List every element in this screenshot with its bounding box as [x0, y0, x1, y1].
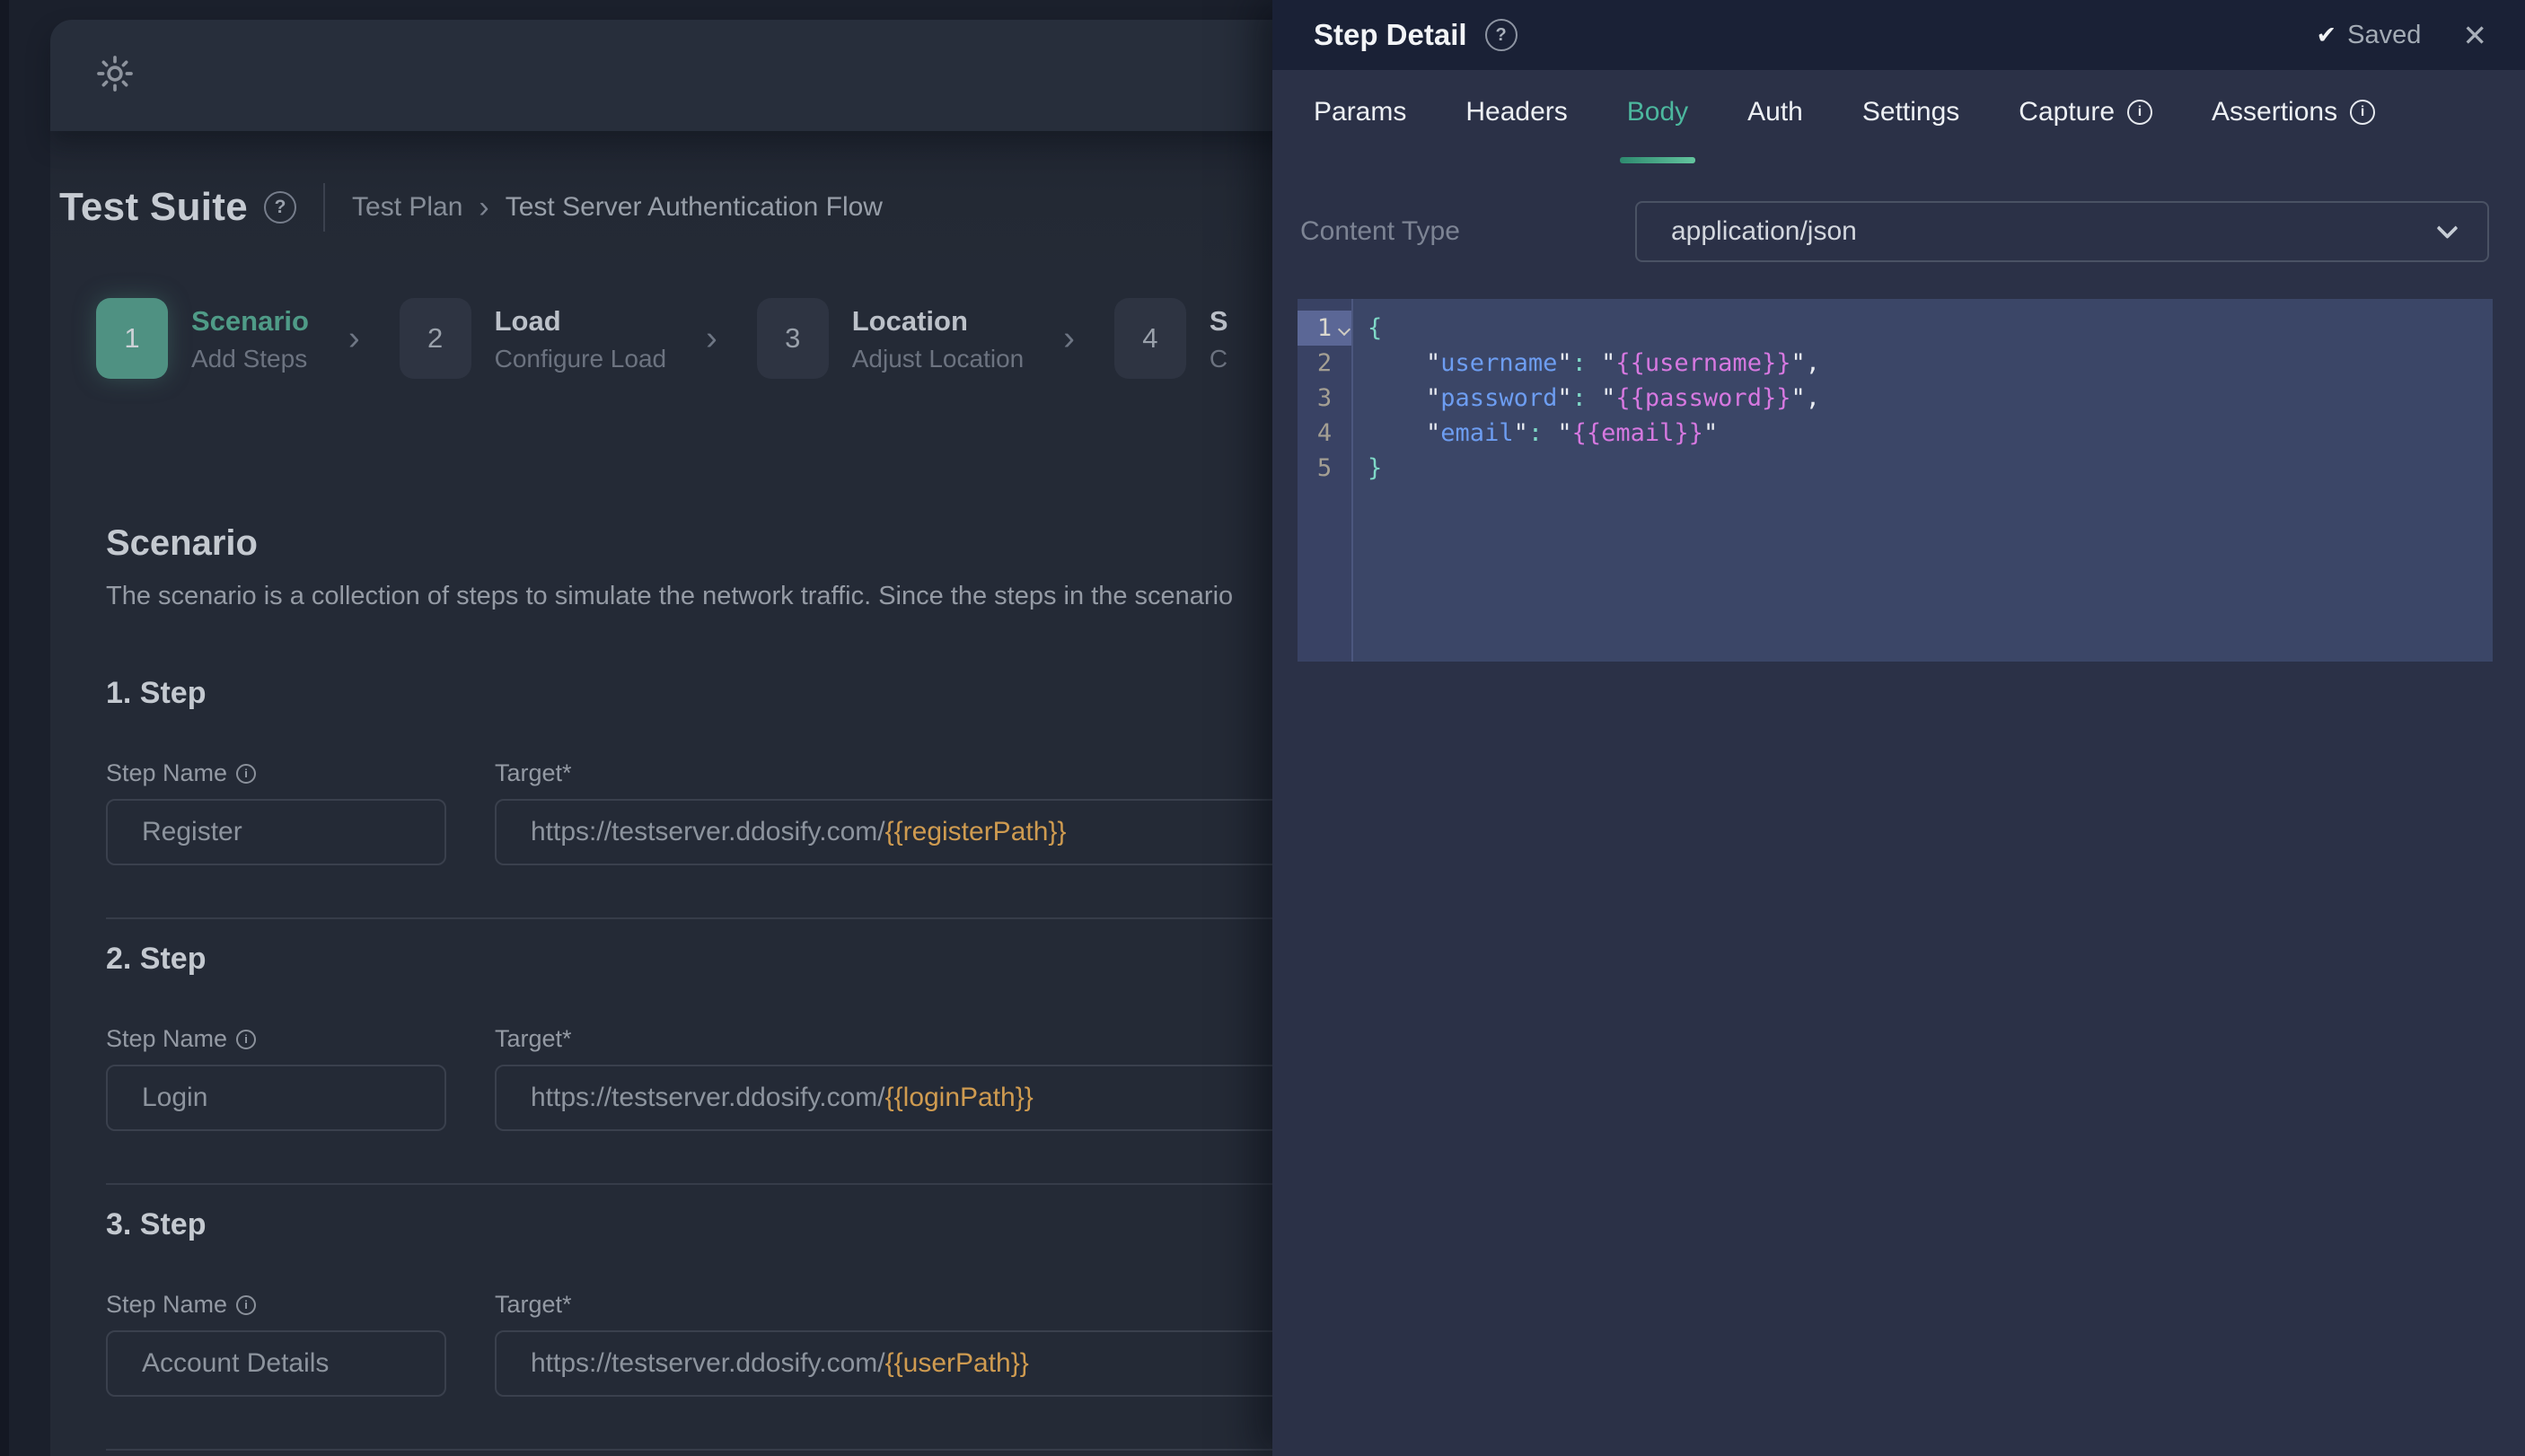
target-label: Target*	[495, 1025, 572, 1052]
step-number-badge[interactable]: 3	[756, 298, 829, 379]
code-line: "email": "{{email}}"	[1426, 419, 1719, 447]
code-line: {	[1368, 314, 1383, 342]
active-tab-underline	[1619, 157, 1696, 163]
step-detail-panel: Step Detail ? ✔ Saved ✕ Params Headers B…	[1272, 0, 2525, 1456]
step-subtitle: C	[1209, 345, 1228, 373]
content-type-select[interactable]: application/json	[1635, 201, 2489, 262]
body-code-editor[interactable]: 1 2 3 4 5 { "username": "{{username}}", …	[1298, 299, 2493, 662]
chevron-down-icon[interactable]	[1337, 322, 1351, 337]
tab-capture[interactable]: Capture i	[2019, 97, 2153, 163]
info-icon: i	[2127, 100, 2153, 125]
tab-headers[interactable]: Headers	[1465, 97, 1567, 163]
suite-header: Test Suite ? Test Plan › Test Server Aut…	[59, 178, 883, 237]
close-icon[interactable]: ✕	[2462, 21, 2487, 50]
gutter-line-2: 2	[1316, 349, 1333, 377]
step-name-input[interactable]: Account Details	[106, 1330, 446, 1397]
step-title: Location	[851, 305, 968, 337]
step-subtitle: Add Steps	[191, 345, 308, 373]
question-circle-icon[interactable]: ?	[1484, 19, 1518, 51]
gutter-line-4: 4	[1316, 419, 1333, 447]
info-icon[interactable]: i	[236, 763, 257, 784]
info-icon: i	[2350, 100, 2376, 125]
code-line: "password": "{{password}}",	[1426, 384, 1820, 412]
step-title: S	[1209, 305, 1228, 337]
chevron-right-icon: ›	[348, 320, 360, 357]
step-number-badge[interactable]: 2	[399, 298, 471, 379]
content-type-label: Content Type	[1300, 216, 1460, 246]
breadcrumb-current: Test Server Authentication Flow	[505, 192, 883, 222]
target-label: Target*	[495, 1291, 572, 1318]
question-circle-icon[interactable]: ?	[264, 191, 297, 224]
code-line: "username": "{{username}}",	[1426, 349, 1820, 377]
scenario-heading: Scenario	[106, 523, 258, 563]
target-url-base: https://testserver.ddosify.com/	[531, 1348, 885, 1378]
step-name-label: Step Name	[106, 1025, 228, 1052]
chevron-right-icon: ›	[706, 320, 717, 357]
app-root: Test Suite ? Test Plan › Test Server Aut…	[0, 0, 2525, 1456]
info-icon[interactable]: i	[236, 1294, 257, 1315]
target-url-variable: {{loginPath}}	[884, 1083, 1034, 1112]
target-url-base: https://testserver.ddosify.com/	[531, 817, 885, 846]
theme-toggle-button[interactable]	[93, 54, 136, 97]
code-line: }	[1368, 454, 1383, 482]
left-edge-strip	[0, 0, 9, 1456]
tab-auth[interactable]: Auth	[1747, 97, 1803, 163]
panel-header: Step Detail ? ✔ Saved ✕	[1272, 0, 2525, 70]
breadcrumb-separator-icon: ›	[479, 190, 489, 224]
gutter-line-5: 5	[1316, 454, 1333, 482]
saved-status: Saved	[2347, 20, 2422, 49]
tab-params[interactable]: Params	[1314, 97, 1406, 163]
step-name-label: Step Name	[106, 759, 228, 786]
step-subtitle: Configure Load	[494, 345, 667, 373]
info-icon[interactable]: i	[236, 1029, 257, 1049]
page-title: Test Suite	[59, 185, 249, 229]
stepper-item-load[interactable]: 2 Load Configure Load	[399, 298, 667, 379]
content-type-row: Content Type application/json	[1300, 201, 2489, 262]
sun-icon	[94, 53, 136, 99]
panel-title: Step Detail	[1314, 18, 1467, 51]
stepper-item-location[interactable]: 3 Location Adjust Location	[756, 298, 1025, 379]
chevron-right-icon: ›	[1063, 320, 1075, 357]
step-number-badge[interactable]: 4	[1113, 298, 1186, 379]
content-type-value: application/json	[1671, 216, 1857, 246]
editor-gutter: 1 2 3 4 5	[1298, 299, 1353, 662]
check-icon: ✔	[2316, 21, 2337, 48]
tab-settings[interactable]: Settings	[1862, 97, 1959, 163]
gutter-line-1: 1	[1298, 311, 1351, 346]
gutter-line-3: 3	[1316, 384, 1333, 412]
step-title: Scenario	[191, 305, 309, 337]
panel-tabs: Params Headers Body Auth Settings Captur…	[1314, 97, 2376, 163]
editor-code-area[interactable]: { "username": "{{username}}", "password"…	[1353, 299, 1820, 662]
step-name-input[interactable]: Login	[106, 1065, 446, 1131]
target-url-variable: {{registerPath}}	[884, 817, 1067, 846]
stepper-item-scenario[interactable]: 1 Scenario Add Steps	[96, 298, 309, 379]
breadcrumb-parent[interactable]: Test Plan	[352, 192, 462, 223]
target-url-variable: {{userPath}}	[884, 1348, 1029, 1378]
tab-assertions[interactable]: Assertions i	[2212, 97, 2376, 163]
step-name-input[interactable]: Register	[106, 799, 446, 865]
step-number-badge[interactable]: 1	[96, 298, 168, 379]
chevron-down-icon	[2436, 216, 2459, 239]
wizard-stepper: 1 Scenario Add Steps › 2 Load Configure …	[96, 298, 1228, 379]
tab-body[interactable]: Body	[1619, 97, 1696, 163]
target-url-base: https://testserver.ddosify.com/	[531, 1083, 885, 1112]
stepper-item-4[interactable]: 4 S C	[1113, 298, 1228, 379]
step-title: Load	[494, 305, 561, 337]
header-divider	[323, 183, 326, 232]
target-label: Target*	[495, 759, 572, 786]
step-name-label: Step Name	[106, 1291, 228, 1318]
step-subtitle: Adjust Location	[851, 345, 1025, 373]
